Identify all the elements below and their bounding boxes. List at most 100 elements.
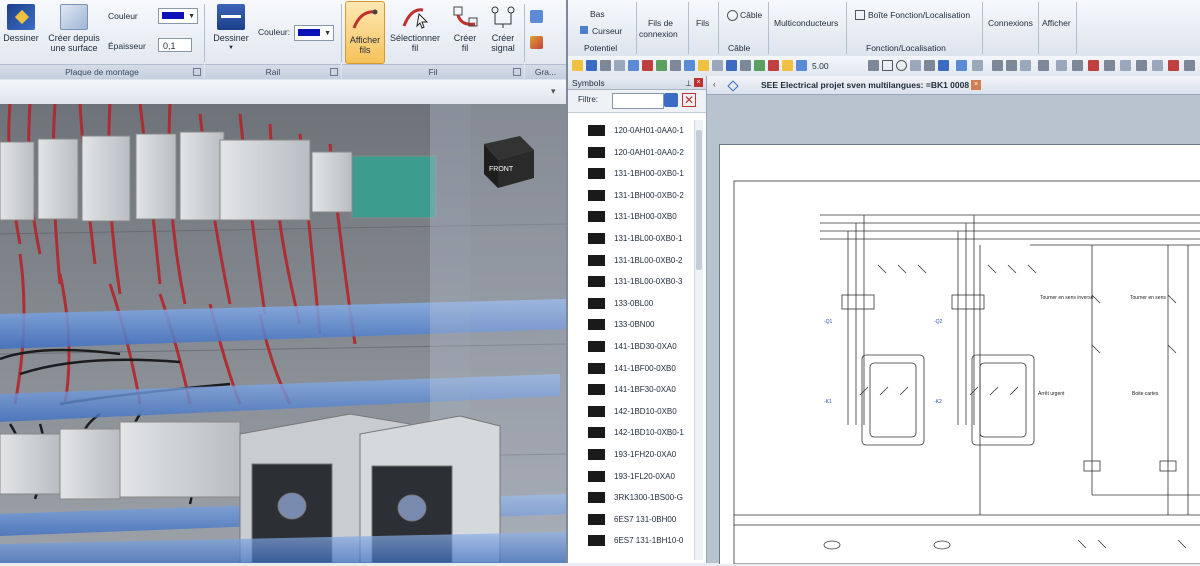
multiconducteurs-button[interactable]: Multiconducteurs [774, 18, 838, 28]
rotate-icon[interactable] [1006, 60, 1017, 71]
symbol-list-item[interactable]: 141-1BF00-0XB0 [588, 358, 704, 379]
redo-icon[interactable] [972, 60, 983, 71]
graphic-icon-2[interactable] [530, 36, 543, 49]
preview-icon[interactable] [614, 60, 625, 71]
close-icon[interactable]: ▾ [551, 87, 560, 96]
filter-input[interactable] [612, 93, 664, 109]
connexions-button[interactable]: Connexions [988, 18, 1033, 28]
zoom-value[interactable]: 5.00 [812, 61, 829, 71]
cut-icon[interactable] [1168, 60, 1179, 71]
symbol-list-item[interactable]: 131-1BL00-0XB0-1 [588, 228, 704, 249]
3d-cabinet-view[interactable]: ▾ FRONT [0, 80, 566, 563]
dessiner-plaque-button[interactable]: Dessiner [0, 0, 42, 43]
filter-clear-icon[interactable]: ✕ [682, 93, 696, 107]
pan-icon[interactable] [684, 60, 695, 71]
symbol-list-item[interactable]: 131-1BH00-0XB0-2 [588, 185, 704, 206]
undo-icon[interactable] [956, 60, 967, 71]
snap-icon[interactable] [712, 60, 723, 71]
group-launcher-icon[interactable] [330, 68, 338, 76]
creer-fil-button[interactable]: Créer fil [446, 0, 484, 53]
fill-icon[interactable] [938, 60, 949, 71]
group-launcher-icon[interactable] [513, 68, 521, 76]
symbol-list-item[interactable]: 193-1FH20-0XA0 [588, 444, 704, 465]
break-icon[interactable] [1088, 60, 1099, 71]
symbol-preview-icon [588, 384, 605, 396]
schematic-sheet[interactable]: -Q1 -Q2 -K1 -K2 Tourner en sens inverse To… [719, 144, 1200, 565]
group-icon[interactable] [1136, 60, 1147, 71]
text-icon[interactable] [924, 60, 935, 71]
fils-connexion-button[interactable]: Fils de [648, 18, 673, 28]
group-launcher-icon[interactable] [193, 68, 201, 76]
layer-icon[interactable] [726, 60, 737, 71]
boite-fonction-button[interactable]: Boîte Fonction/Localisation [868, 10, 970, 20]
symbol-list-item[interactable]: 142-1BD10-0XB0 [588, 401, 704, 422]
open-icon[interactable] [572, 60, 583, 71]
line-icon[interactable] [868, 60, 879, 71]
creer-signal-button[interactable]: Créer signal [484, 0, 522, 53]
move-icon[interactable] [1020, 60, 1031, 71]
regen-icon[interactable] [754, 60, 765, 71]
color-icon[interactable] [796, 60, 807, 71]
curseur-button[interactable]: Curseur [592, 26, 622, 36]
trim-icon[interactable] [1056, 60, 1067, 71]
symbols-scrollbar[interactable] [694, 120, 703, 560]
copy-icon[interactable] [628, 60, 639, 71]
label-tourner-sens: Tourner en sens [1130, 295, 1166, 301]
symbol-list-item[interactable]: 6ES7 131-1BH10-0 [588, 530, 704, 551]
plate-color-picker[interactable]: ▼ [158, 8, 198, 24]
group-fil: Fil [342, 64, 524, 79]
tab-nav-left-icon[interactable]: ‹ [713, 76, 716, 94]
scrollbar-thumb[interactable] [696, 130, 702, 270]
symbol-list-item[interactable]: 131-1BL00-0XB0-3 [588, 271, 704, 292]
symbol-list-item[interactable]: 193-1FL20-0XA0 [588, 466, 704, 487]
grid-icon[interactable] [656, 60, 667, 71]
grid-snap-icon[interactable] [782, 60, 793, 71]
rail-color-picker[interactable]: ▼ [294, 25, 334, 41]
cable-button[interactable]: Câble [740, 10, 762, 20]
close-icon[interactable]: × [694, 78, 703, 87]
graphic-icon-1[interactable] [530, 10, 543, 23]
symbol-list-item[interactable]: 120-0AH01-0AA0-2 [588, 142, 704, 163]
paste-icon[interactable] [1184, 60, 1195, 71]
symbol-list-item[interactable]: 131-1BH00-0XB0 [588, 206, 704, 227]
fils-button[interactable]: Fils [696, 18, 709, 28]
symbol-list-item[interactable]: 133-0BN00 [588, 314, 704, 335]
epaisseur-stepper[interactable]: 0,1 [158, 38, 192, 52]
stretch-icon[interactable] [1038, 60, 1049, 71]
marker-icon[interactable] [768, 60, 779, 71]
bas-button[interactable]: Bas [590, 9, 605, 19]
selectionner-fil-button[interactable]: Sélectionner fil [386, 0, 444, 53]
symbol-list-item[interactable]: 141-1BF30-0XA0 [588, 379, 704, 400]
symbol-list-item[interactable]: 3RK1300-1BS00-G [588, 487, 704, 508]
symbol-list-item[interactable]: 133-0BL00 [588, 293, 704, 314]
symbol-list-item[interactable]: 131-1BH00-0XB0-1 [588, 163, 704, 184]
zoom-icon[interactable] [670, 60, 681, 71]
symbol-list-item[interactable]: 131-1BL00-0XB0-2 [588, 250, 704, 271]
rectangle-icon[interactable] [882, 60, 893, 71]
pin-icon[interactable]: ⊥ [685, 77, 692, 91]
tab-close-icon[interactable]: × [971, 80, 981, 90]
filter-apply-icon[interactable] [664, 93, 678, 107]
delete-icon[interactable] [642, 60, 653, 71]
circle-icon[interactable] [896, 60, 907, 71]
rail-dessiner-button[interactable]: Dessiner ▼ [208, 0, 254, 53]
save-icon[interactable] [586, 60, 597, 71]
mirror-icon[interactable] [992, 60, 1003, 71]
afficher-fils-button[interactable]: Afficher fils [345, 1, 385, 64]
join-icon[interactable] [1104, 60, 1115, 71]
creer-surface-button[interactable]: Créer depuis une surface [44, 0, 104, 53]
extend-icon[interactable] [1072, 60, 1083, 71]
print-icon[interactable] [600, 60, 611, 71]
ribbon-separator [1038, 2, 1039, 54]
symbol-list-item[interactable]: 142-1BD10-0XB0-1 [588, 422, 704, 443]
ungroup-icon[interactable] [1152, 60, 1163, 71]
polygon-icon[interactable] [910, 60, 921, 71]
symbol-list-item[interactable]: 120-0AH01-0AA0-1 [588, 120, 704, 141]
afficher-button[interactable]: Afficher [1042, 18, 1071, 28]
symbol-list-item[interactable]: 6ES7 131-0BH00 [588, 509, 704, 530]
document-tab[interactable]: ‹ SEE Electrical projet sven multilangue… [707, 76, 1200, 95]
symbol-list-item[interactable]: 141-1BD30-0XA0 [588, 336, 704, 357]
align-icon[interactable] [1120, 60, 1131, 71]
select-icon[interactable] [698, 60, 709, 71]
measure-icon[interactable] [740, 60, 751, 71]
